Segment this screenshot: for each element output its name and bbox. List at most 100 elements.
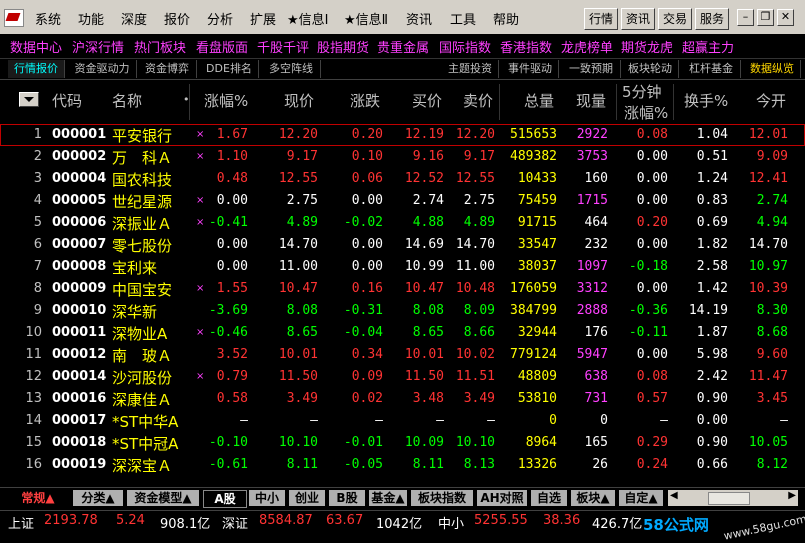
tab-fund-game[interactable]: 资金博弈	[138, 60, 197, 78]
tab-leverage-fund[interactable]: 杠杆基金	[682, 60, 741, 78]
close-icon[interactable]: ✕	[777, 9, 794, 26]
bottom-tab-fund-model[interactable]: 资金模型▲	[127, 490, 199, 506]
menu-tools[interactable]: 工具	[450, 9, 476, 28]
menu-function[interactable]: 功能	[78, 9, 104, 28]
nav-index-futures[interactable]: 股指期货	[317, 37, 369, 56]
cell-ask: 8.09	[463, 303, 495, 318]
bottom-tab-gem[interactable]: 创业	[289, 490, 325, 506]
header-bid[interactable]: 买价	[412, 90, 442, 111]
bottom-tab-category[interactable]: 分类▲	[73, 490, 123, 506]
bottom-tab-b-share[interactable]: B股	[329, 490, 365, 506]
cell-cur-vol: 638	[584, 369, 608, 384]
header-5min-bottom[interactable]: 涨幅%	[624, 102, 668, 123]
restore-icon[interactable]: ❐	[757, 9, 774, 26]
scroll-thumb[interactable]	[708, 492, 750, 505]
minimize-icon[interactable]: –	[737, 9, 754, 26]
header-5min-top[interactable]: 5分钟	[622, 81, 662, 102]
cell-open: 12.01	[748, 127, 788, 142]
nav-super-main[interactable]: 超赢主力	[682, 37, 734, 56]
service-button[interactable]: 服务	[695, 8, 729, 30]
menu-info-1[interactable]: ★信息Ⅰ	[287, 9, 329, 28]
nav-hushen-quotes[interactable]: 沪深行情	[72, 37, 124, 56]
nav-hot-sectors[interactable]: 热门板块	[134, 37, 186, 56]
cell-min5: 0.00	[636, 347, 668, 362]
table-row[interactable]: 8 000009 中国宝安 × 1.55 10.47 0.16 10.47 10.48 17605…	[0, 278, 805, 300]
nav-stock-reviews[interactable]: 千股千评	[257, 37, 309, 56]
header-price[interactable]: 现价	[284, 90, 314, 111]
header-change[interactable]: 涨跌	[350, 90, 380, 111]
menu-quote[interactable]: 报价	[164, 9, 190, 28]
table-row[interactable]: 13 000016 深康佳Ａ 0.58 3.49 0.02 3.48 3.49 53810 731…	[0, 388, 805, 410]
cell-cur-vol: 165	[584, 435, 608, 450]
nav-dragon-tiger[interactable]: 龙虎榜单	[561, 37, 613, 56]
header-ask[interactable]: 卖价	[463, 90, 493, 111]
menu-info-2[interactable]: ★信息Ⅱ	[344, 9, 388, 28]
stock-code: 000006	[52, 215, 107, 230]
quotes-button[interactable]: 行情	[584, 8, 618, 30]
stock-name: *ST中华A	[112, 413, 179, 431]
tab-consensus[interactable]: 一致预期	[562, 60, 621, 78]
table-row[interactable]: 2 000002 万 科Ａ × 1.10 9.17 0.10 9.16 9.17 489382 37…	[0, 146, 805, 168]
header-volume[interactable]: 总量	[524, 90, 554, 111]
menu-depth[interactable]: 深度	[121, 9, 147, 28]
table-row[interactable]: 6 000007 零七股份 0.00 14.70 0.00 14.69 14.70 33547 2…	[0, 234, 805, 256]
bottom-tab-regular[interactable]: 常规▲	[8, 490, 68, 506]
column-menu-icon[interactable]	[19, 92, 39, 107]
cell-ask: 11.00	[455, 259, 495, 274]
menu-extend[interactable]: 扩展	[250, 9, 276, 28]
bottom-tab-a-share[interactable]: A股	[203, 490, 247, 508]
cell-bid: 8.11	[412, 457, 444, 472]
table-row[interactable]: 1 000001 平安银行 × 1.67 12.20 0.20 12.19 12.20 51565…	[0, 124, 805, 146]
bottom-tab-sector[interactable]: 板块▲	[571, 490, 615, 506]
header-code[interactable]: 代码	[52, 90, 82, 111]
tab-data-overview[interactable]: 数据纵览	[744, 60, 801, 78]
scroll-right-icon[interactable]: ▶	[788, 490, 796, 501]
bottom-tab-sme[interactable]: 中小	[249, 490, 285, 506]
scroll-left-icon[interactable]: ◀	[670, 490, 678, 501]
header-current-volume[interactable]: 现量	[576, 90, 606, 111]
table-row[interactable]: 16 000019 深深宝Ａ -0.61 8.11 -0.05 8.11 8.13 13326 2…	[0, 454, 805, 476]
table-row[interactable]: 5 000006 深振业Ａ × -0.41 4.89 -0.02 4.88 4.89 91715 4…	[0, 212, 805, 234]
news-button[interactable]: 资讯	[621, 8, 655, 30]
bottom-tab-watchlist[interactable]: 自选	[531, 490, 567, 506]
menu-analysis[interactable]: 分析	[207, 9, 233, 28]
bottom-tab-fund[interactable]: 基金▲	[369, 490, 407, 506]
tab-event-drive[interactable]: 事件驱动	[502, 60, 559, 78]
table-row[interactable]: 3 000004 国农科技 0.48 12.55 0.06 12.52 12.55 10433 1…	[0, 168, 805, 190]
tab-quotes[interactable]: 行情报价	[8, 60, 65, 78]
menu-news[interactable]: 资讯	[406, 9, 432, 28]
bottom-tab-ah-compare[interactable]: AH对照	[477, 490, 527, 506]
tab-theme-invest[interactable]: 主题投资	[442, 60, 499, 78]
menu-system[interactable]: 系统	[35, 9, 61, 28]
nav-hk-index[interactable]: 香港指数	[500, 37, 552, 56]
header-open[interactable]: 今开	[756, 90, 786, 111]
table-row[interactable]: 14 000017 *ST中华A – – – – – 0 0 – 0.00 –	[0, 410, 805, 432]
cell-min5: -0.11	[628, 325, 668, 340]
header-name[interactable]: 名称	[112, 90, 142, 111]
horizontal-scrollbar[interactable]: ◀ ▶	[668, 490, 798, 506]
table-row[interactable]: 11 000012 南 玻Ａ 3.52 10.01 0.34 10.01 10.02 77912…	[0, 344, 805, 366]
menu-help[interactable]: 帮助	[493, 9, 519, 28]
table-row[interactable]: 4 000005 世纪星源 × 0.00 2.75 0.00 2.74 2.75 75459 171…	[0, 190, 805, 212]
table-row[interactable]: 12 000014 沙河股份 × 0.79 11.50 0.09 11.50 11.51 4880…	[0, 366, 805, 388]
nav-board-layout[interactable]: 看盘版面	[196, 37, 248, 56]
tab-dde-rank[interactable]: DDE排名	[200, 60, 259, 78]
bottom-tab-custom[interactable]: 自定▲	[619, 490, 663, 506]
header-turnover[interactable]: 换手%	[684, 90, 728, 111]
table-row[interactable]: 15 000018 *ST中冠A -0.10 10.10 -0.01 10.09 10.10 8…	[0, 432, 805, 454]
table-row[interactable]: 7 000008 宝利来 0.00 11.00 0.00 10.99 11.00 38037 10…	[0, 256, 805, 278]
trade-button[interactable]: 交易	[658, 8, 692, 30]
stock-code: 000005	[52, 193, 107, 208]
nav-futures-dragon[interactable]: 期货龙虎	[621, 37, 673, 56]
nav-intl-index[interactable]: 国际指数	[439, 37, 491, 56]
tab-long-short[interactable]: 多空阵线	[262, 60, 321, 78]
app-logo-icon[interactable]	[4, 9, 24, 27]
header-change-pct[interactable]: 涨幅%	[204, 90, 248, 111]
table-row[interactable]: 10 000011 深物业A × -0.46 8.65 -0.04 8.65 8.66 32944…	[0, 322, 805, 344]
nav-data-center[interactable]: 数据中心	[10, 37, 62, 56]
table-row[interactable]: 9 000010 深华新 -3.69 8.08 -0.31 8.08 8.09 384799 28…	[0, 300, 805, 322]
tab-sector-rotation[interactable]: 板块轮动	[622, 60, 679, 78]
nav-precious-metals[interactable]: 贵重金属	[377, 37, 429, 56]
tab-fund-drive[interactable]: 资金驱动力	[68, 60, 137, 78]
bottom-tab-sector-index[interactable]: 板块指数	[411, 490, 473, 506]
